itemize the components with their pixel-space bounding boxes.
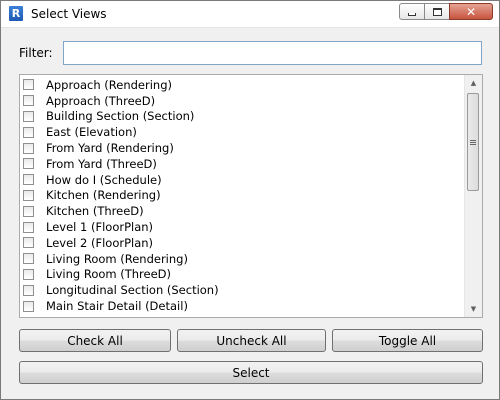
minimize-button[interactable] xyxy=(399,3,425,20)
view-checkbox[interactable] xyxy=(23,221,34,233)
scroll-up-arrow-icon[interactable]: ▲ xyxy=(465,75,482,91)
views-listbox[interactable]: Approach (Rendering) Approach (ThreeD) Bui… xyxy=(19,74,483,318)
view-label: East (Elevation) xyxy=(46,125,137,140)
list-item[interactable]: Building Section (Section) xyxy=(20,109,465,125)
minimize-icon xyxy=(408,12,416,16)
list-item[interactable]: Main Stair Detail (Detail) xyxy=(20,298,465,314)
view-label: Longitudinal Section (Section) xyxy=(46,283,219,298)
window-controls: ✕ xyxy=(399,3,493,20)
view-checkbox[interactable] xyxy=(23,142,34,154)
title-bar[interactable]: R Select Views ✕ xyxy=(1,1,499,28)
select-views-window: R Select Views ✕ Filter: Approach (Rende… xyxy=(0,0,500,400)
maximize-icon xyxy=(432,7,442,16)
view-label: Kitchen (ThreeD) xyxy=(46,204,144,219)
list-item[interactable]: How do I (Schedule) xyxy=(20,172,465,188)
view-label: How do I (Schedule) xyxy=(46,172,162,187)
view-label: Kitchen (Rendering) xyxy=(46,188,161,203)
check-all-button[interactable]: Check All xyxy=(19,329,171,352)
window-title: Select Views xyxy=(31,7,107,21)
view-checkbox[interactable] xyxy=(23,253,34,265)
view-label: Level 2 (FloorPlan) xyxy=(46,235,154,250)
view-label: Living Room (ThreeD) xyxy=(46,267,172,282)
list-item[interactable]: Approach (ThreeD) xyxy=(20,93,465,109)
view-label: Level 1 (FloorPlan) xyxy=(46,220,154,235)
filter-label: Filter: xyxy=(19,46,53,60)
list-item[interactable]: Kitchen (ThreeD) xyxy=(20,203,465,219)
view-label: Approach (Rendering) xyxy=(46,77,172,92)
list-item[interactable]: Level 1 (FloorPlan) xyxy=(20,219,465,235)
view-checkbox[interactable] xyxy=(23,126,34,138)
view-checkbox[interactable] xyxy=(23,237,34,249)
vertical-scrollbar[interactable]: ▲ ▼ xyxy=(464,75,482,317)
list-item[interactable]: From Yard (Rendering) xyxy=(20,140,465,156)
select-button[interactable]: Select xyxy=(19,361,483,384)
list-item[interactable]: East (Elevation) xyxy=(20,124,465,140)
grip-icon xyxy=(470,139,476,145)
close-button[interactable]: ✕ xyxy=(449,3,493,20)
view-checkbox[interactable] xyxy=(23,95,34,107)
view-label: From Yard (Rendering) xyxy=(46,141,174,156)
view-checkbox[interactable] xyxy=(23,189,34,201)
view-checkbox[interactable] xyxy=(23,110,34,122)
maximize-button[interactable] xyxy=(424,3,450,20)
view-checkbox[interactable] xyxy=(23,205,34,217)
list-item[interactable]: Living Room (ThreeD) xyxy=(20,267,465,283)
list-item[interactable]: Approach (Rendering) xyxy=(20,77,465,93)
view-checkbox[interactable] xyxy=(23,300,34,312)
view-label: Living Room (Rendering) xyxy=(46,251,188,266)
uncheck-all-button[interactable]: Uncheck All xyxy=(177,329,326,352)
list-item[interactable]: Level 2 (FloorPlan) xyxy=(20,235,465,251)
view-checkbox[interactable] xyxy=(23,268,34,280)
list-item[interactable]: From Yard (ThreeD) xyxy=(20,156,465,172)
scroll-thumb[interactable] xyxy=(467,93,479,191)
list-item[interactable]: Longitudinal Section (Section) xyxy=(20,282,465,298)
view-checkbox[interactable] xyxy=(23,158,34,170)
close-icon: ✕ xyxy=(465,4,477,19)
list-item[interactable]: Kitchen (Rendering) xyxy=(20,188,465,204)
toggle-all-button[interactable]: Toggle All xyxy=(332,329,483,352)
views-list: Approach (Rendering) Approach (ThreeD) Bui… xyxy=(20,77,465,314)
view-checkbox[interactable] xyxy=(23,174,34,186)
list-item[interactable]: Living Room (Rendering) xyxy=(20,251,465,267)
view-checkbox[interactable] xyxy=(23,284,34,296)
view-label: Building Section (Section) xyxy=(46,109,195,124)
revit-app-icon: R xyxy=(9,6,23,21)
view-label: Main Stair Detail (Detail) xyxy=(46,299,188,314)
scroll-down-arrow-icon[interactable]: ▼ xyxy=(465,301,482,317)
view-checkbox[interactable] xyxy=(23,79,34,91)
filter-input[interactable] xyxy=(63,41,482,65)
view-label: From Yard (ThreeD) xyxy=(46,156,157,171)
view-label: Approach (ThreeD) xyxy=(46,93,156,108)
